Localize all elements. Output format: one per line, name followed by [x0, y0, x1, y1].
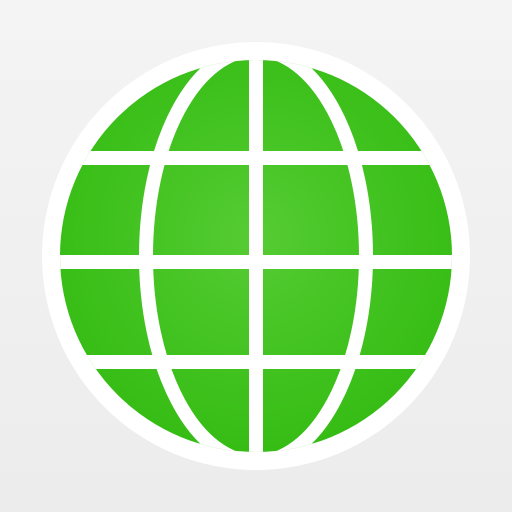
- app-icon[interactable]: [0, 0, 512, 512]
- globe-icon: [42, 42, 470, 470]
